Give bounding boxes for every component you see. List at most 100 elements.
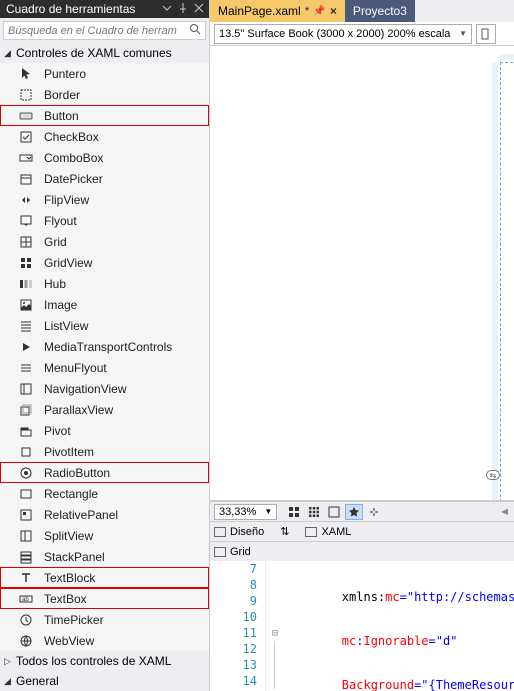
fold-margin[interactable]: ⊟	[266, 561, 284, 691]
grid4-icon[interactable]	[285, 504, 303, 520]
grid-icon	[214, 547, 226, 557]
toolbox-item-pivot[interactable]: Pivot	[0, 420, 209, 441]
stackpanel-icon	[18, 549, 34, 565]
toolbox-item-hub[interactable]: Hub	[0, 273, 209, 294]
toolbox-item-splitview[interactable]: SplitView	[0, 525, 209, 546]
group-common-xaml[interactable]: ◢ Controles de XAML comunes	[0, 43, 209, 63]
toolbox-item-listview[interactable]: ListView	[0, 315, 209, 336]
close-tab-icon[interactable]: ×	[330, 4, 337, 18]
toolbox-item-pivotitem[interactable]: PivotItem	[0, 441, 209, 462]
toolbox-item-navigationview[interactable]: NavigationView	[0, 378, 209, 399]
search-input[interactable]	[4, 23, 185, 39]
zoom-toolbar: 33,33%▼ ◄	[210, 501, 514, 521]
toolbox-item-checkbox[interactable]: CheckBox	[0, 126, 209, 147]
tab-mainpage[interactable]: MainPage.xaml* 📌 ×	[210, 0, 345, 22]
toolbox-item-timepicker[interactable]: TimePicker	[0, 609, 209, 630]
toolbox-search[interactable]	[3, 21, 206, 40]
toolbox-item-label: StackPanel	[44, 550, 105, 564]
toolbox-item-flyout[interactable]: Flyout	[0, 210, 209, 231]
parallaxview-icon	[18, 402, 34, 418]
smart-tag-icon[interactable]: ⇆	[486, 470, 500, 480]
pivotitem-icon	[18, 444, 34, 460]
snap-icon[interactable]	[365, 504, 383, 520]
toolbox-item-label: RadioButton	[44, 466, 110, 480]
toolbox-item-relativepanel[interactable]: RelativePanel	[0, 504, 209, 525]
document-tabs: MainPage.xaml* 📌 × Proyecto3	[210, 0, 514, 22]
toolbox-item-label: GridView	[44, 256, 92, 270]
toolbox-item-label: MenuFlyout	[44, 361, 107, 375]
toolbox-item-label: FlipView	[44, 193, 89, 207]
scroll-left-icon[interactable]: ◄	[499, 506, 510, 518]
toolbox-item-label: TextBlock	[44, 571, 95, 585]
toolbox-item-puntero[interactable]: Puntero	[0, 63, 209, 84]
pivot-icon	[18, 423, 34, 439]
zoom-selector[interactable]: 33,33%▼	[214, 504, 277, 520]
toolbox-item-flipview[interactable]: FlipView	[0, 189, 209, 210]
menuflyout-icon	[18, 360, 34, 376]
toolbox-item-label: ListView	[44, 319, 88, 333]
expand-icon: ▷	[4, 656, 16, 667]
toolbox-item-webview[interactable]: WebView	[0, 630, 209, 651]
chevron-down-icon: ▼	[459, 29, 467, 38]
toolbox-item-label: DatePicker	[44, 172, 103, 186]
toolbox-item-rectangle[interactable]: Rectangle	[0, 483, 209, 504]
view-mode-bar: Diseño ⇅ XAML	[210, 521, 514, 541]
toolbox-item-image[interactable]: Image	[0, 294, 209, 315]
pin-icon[interactable]	[177, 2, 189, 17]
toolbox-item-label: Hub	[44, 277, 66, 291]
button-icon	[18, 108, 34, 124]
checkbox-icon	[18, 129, 34, 145]
svg-text:ab: ab	[22, 597, 29, 603]
xaml-mode[interactable]: XAML	[305, 526, 351, 538]
designer-surface[interactable]: TextBox TextBox RadioButton RadioButton …	[210, 46, 514, 501]
toolbox-item-menuflyout[interactable]: MenuFlyout	[0, 357, 209, 378]
dropdown-icon[interactable]	[161, 2, 173, 17]
xaml-icon	[305, 527, 317, 537]
group-general[interactable]: ◢ General	[0, 671, 209, 691]
toolbox-item-stackpanel[interactable]: StackPanel	[0, 546, 209, 567]
breadcrumb[interactable]: Grid	[230, 546, 251, 558]
code-editor[interactable]: 7891011121314 ⊟ xmlns:mc="http://schemas…	[210, 561, 514, 691]
toolbox-item-border[interactable]: Border	[0, 84, 209, 105]
navigationview-icon	[18, 381, 34, 397]
group-all-xaml[interactable]: ▷ Todos los controles de XAML	[0, 651, 209, 671]
toolbox-item-label: MediaTransportControls	[44, 340, 172, 354]
effects-icon[interactable]	[345, 504, 363, 520]
toolbox-item-label: Image	[44, 298, 77, 312]
device-selector[interactable]: 13.5" Surface Book (3000 x 2000) 200% es…	[214, 24, 472, 44]
toolbox-item-textbox[interactable]: abTextBox	[0, 588, 209, 609]
grid9-icon[interactable]	[305, 504, 323, 520]
toolbox-item-label: Rectangle	[44, 487, 98, 501]
tab-proyecto3[interactable]: Proyecto3	[345, 0, 415, 22]
toolbox-item-parallaxview[interactable]: ParallaxView	[0, 399, 209, 420]
toolbox-item-button[interactable]: Button	[0, 105, 209, 126]
design-mode[interactable]: Diseño	[214, 526, 264, 538]
toolbox-header: Cuadro de herramientas	[0, 0, 209, 18]
close-icon[interactable]	[193, 2, 205, 17]
pin-tab-icon[interactable]: 📌	[313, 6, 325, 17]
toolbox-item-combobox[interactable]: ComboBox	[0, 147, 209, 168]
device-toolbar: 13.5" Surface Book (3000 x 2000) 200% es…	[210, 22, 514, 46]
artboard[interactable]: TextBox TextBox RadioButton RadioButton …	[500, 62, 514, 501]
search-icon[interactable]	[185, 23, 205, 38]
fit-icon[interactable]	[325, 504, 343, 520]
image-icon	[18, 297, 34, 313]
breadcrumb-bar: Grid	[210, 541, 514, 561]
toolbox-item-textblock[interactable]: TextBlock	[0, 567, 209, 588]
chevron-down-icon: ▼	[264, 507, 272, 516]
relativepanel-icon	[18, 507, 34, 523]
toolbox-item-gridview[interactable]: GridView	[0, 252, 209, 273]
datepicker-icon	[18, 171, 34, 187]
toolbox-item-label: ComboBox	[44, 151, 103, 165]
toolbox-item-grid[interactable]: Grid	[0, 231, 209, 252]
radiobutton-icon	[18, 465, 34, 481]
toolbox-item-mediatransportcontrols[interactable]: MediaTransportControls	[0, 336, 209, 357]
swap-panes[interactable]: ⇅	[280, 525, 289, 538]
toolbox-item-radiobutton[interactable]: RadioButton	[0, 462, 209, 483]
orientation-icon[interactable]	[476, 24, 496, 44]
code-content[interactable]: xmlns:mc="http://schemas. mc:Ignorable="…	[284, 561, 514, 691]
toolbox-item-datepicker[interactable]: DatePicker	[0, 168, 209, 189]
collapse-icon: ◢	[4, 48, 16, 59]
mediatransportcontrols-icon	[18, 339, 34, 355]
rectangle-icon	[18, 486, 34, 502]
